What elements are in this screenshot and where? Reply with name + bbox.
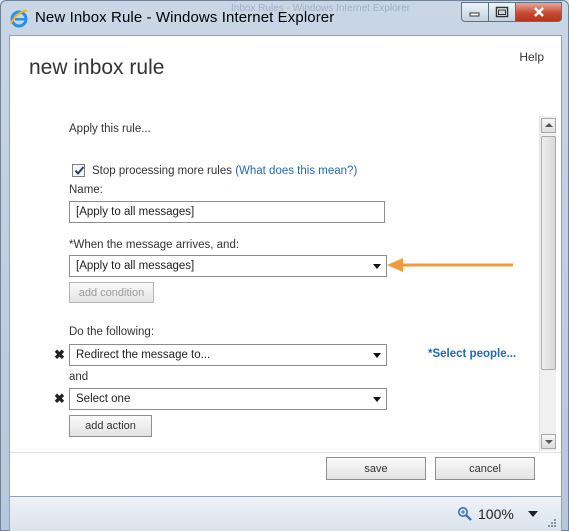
name-field[interactable]: [Apply to all messages] (69, 201, 385, 223)
scroll-up-icon (545, 123, 553, 127)
cancel-button[interactable]: cancel (435, 457, 535, 480)
scrollbar-thumb[interactable] (541, 136, 556, 370)
stop-processing-label: Stop processing more rules (What does th… (92, 165, 357, 177)
title-bar[interactable]: Inbox Rules - Windows Internet Explorer … (1, 1, 568, 35)
chevron-down-icon (373, 264, 381, 269)
stop-processing-text: Stop processing more rules (92, 165, 232, 177)
actions-label: Do the following: (69, 326, 155, 338)
chevron-down-icon (373, 397, 381, 402)
add-action-button[interactable]: add action (69, 415, 152, 437)
vertical-scrollbar[interactable] (539, 116, 556, 451)
stop-processing-checkbox[interactable] (72, 164, 85, 177)
remove-action-icon[interactable]: ✖ (54, 391, 65, 407)
window-title: New Inbox Rule - Windows Internet Explor… (35, 9, 335, 26)
condition-dropdown-value: [Apply to all messages] (76, 260, 195, 272)
scroll-down-icon (545, 440, 553, 444)
second-action-dropdown[interactable]: Select one (69, 388, 387, 410)
help-link[interactable]: Help (519, 50, 544, 64)
minimize-button[interactable] (461, 2, 489, 22)
action-dropdown-value: Redirect the message to... (76, 349, 211, 361)
remove-action-icon[interactable]: ✖ (54, 347, 65, 363)
add-action-label: add action (85, 420, 136, 432)
maximize-button[interactable] (489, 2, 516, 22)
close-icon (533, 7, 544, 17)
select-people-link[interactable]: *Select people... (428, 348, 516, 360)
close-button[interactable] (516, 2, 562, 22)
minimize-icon (469, 12, 480, 17)
magnifier-icon (458, 507, 472, 521)
browser-window: Inbox Rules - Windows Internet Explorer … (0, 0, 569, 531)
add-condition-button[interactable]: add condition (69, 282, 154, 303)
save-label: save (364, 462, 388, 475)
what-does-this-mean-link[interactable]: (What does this mean?) (235, 165, 357, 177)
action-dropdown[interactable]: Redirect the message to... (69, 344, 387, 366)
zoom-control[interactable]: 100% (457, 506, 514, 522)
page-title: new inbox rule (29, 56, 165, 79)
zoom-level: 100% (478, 506, 514, 522)
condition-label: *When the message arrives, and: (69, 239, 240, 251)
apply-rule-text: Apply this rule... (69, 123, 151, 135)
name-label: Name: (69, 184, 103, 196)
save-button[interactable]: save (326, 457, 426, 480)
and-label: and (69, 371, 89, 383)
checkmark-icon (74, 166, 85, 176)
zoom-dropdown-icon[interactable] (528, 511, 538, 517)
window-controls (461, 2, 562, 22)
scroll-down-button[interactable] (541, 434, 556, 449)
maximize-icon (495, 6, 509, 18)
internet-explorer-icon (10, 9, 28, 28)
scroll-up-button[interactable] (541, 118, 556, 133)
status-bar: 100% (9, 497, 562, 531)
condition-dropdown[interactable]: [Apply to all messages] (69, 255, 387, 277)
add-condition-label: add condition (78, 286, 145, 299)
name-field-value: [Apply to all messages] (76, 206, 195, 218)
cancel-label: cancel (469, 462, 501, 475)
second-action-dropdown-value: Select one (76, 393, 131, 405)
resize-grip-icon[interactable] (547, 518, 557, 528)
chevron-down-icon (373, 353, 381, 358)
annotation-arrow-icon (387, 258, 513, 272)
footer-divider (10, 452, 561, 453)
